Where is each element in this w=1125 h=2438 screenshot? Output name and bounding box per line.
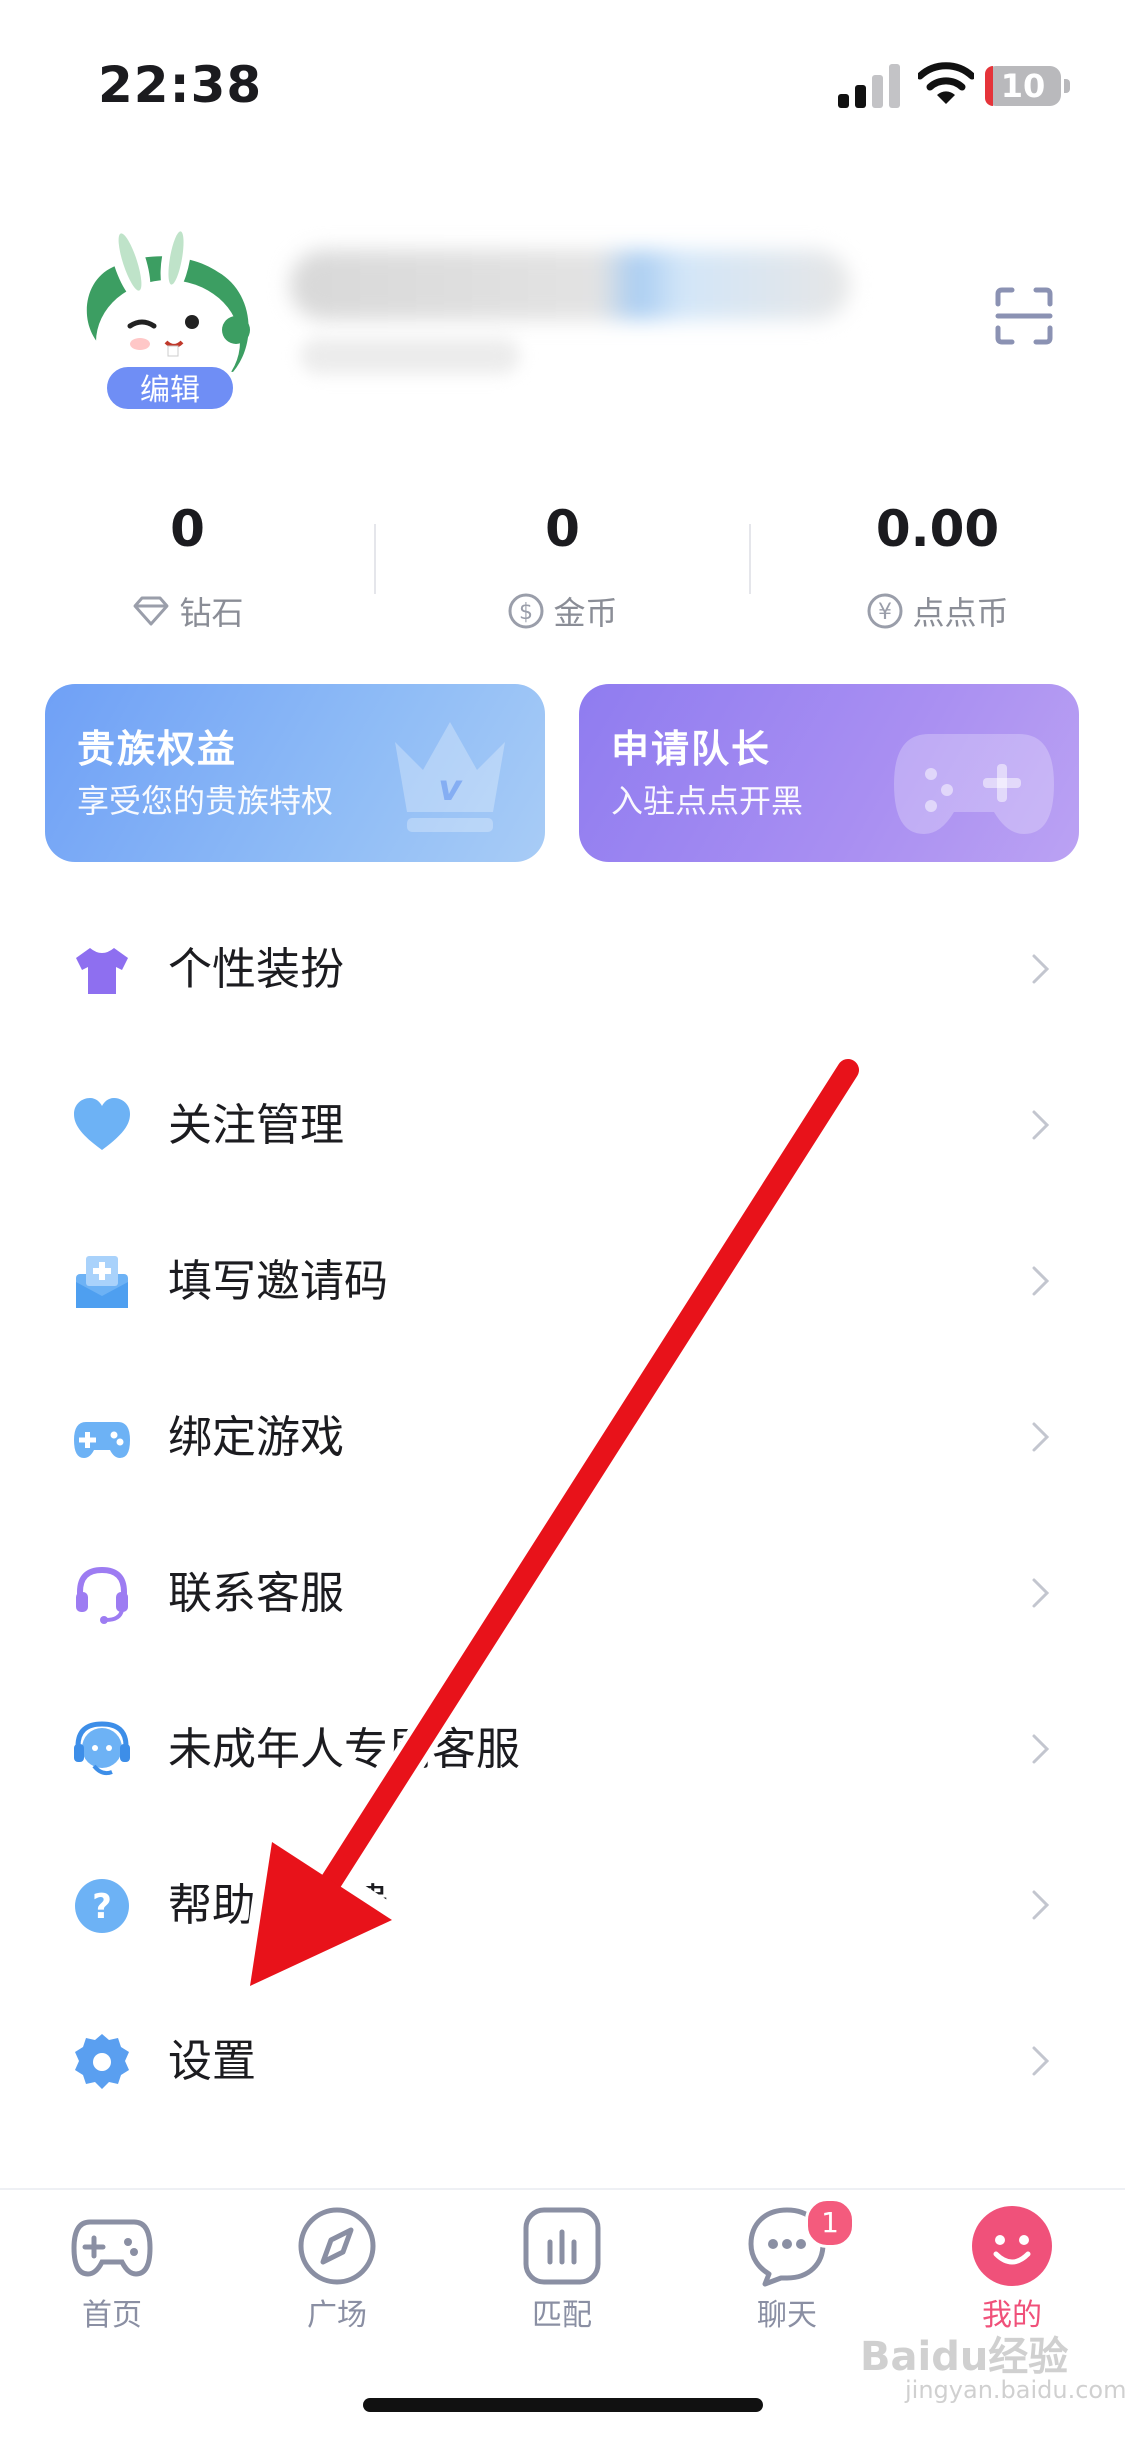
stat-label-gold-coin: 金币 (553, 594, 618, 632)
menu-label: 关注管理 (168, 1100, 344, 1151)
chevron-right-icon (1032, 954, 1050, 984)
menu-item-minor-service[interactable]: 未成年人专属客服 (0, 1668, 1125, 1824)
heart-icon (74, 1098, 130, 1150)
chevron-right-icon (1032, 2046, 1050, 2076)
blurred-user-id (300, 338, 520, 374)
menu-item-bind-game[interactable]: 绑定游戏 (0, 1356, 1125, 1512)
stat-gold-coin[interactable]: $ 金币 (375, 588, 750, 634)
chevron-right-icon (1032, 1734, 1050, 1764)
invite-envelope-icon (76, 1256, 128, 1308)
tab-home[interactable]: 首页 (42, 2204, 182, 2333)
status-time: 22:38 (98, 56, 263, 114)
tab-label: 聊天 (757, 2298, 817, 2333)
stat-diamond[interactable]: 钻石 (0, 588, 375, 634)
blurred-username (290, 250, 850, 320)
card-subtitle: 享受您的贵族特权 (77, 782, 334, 820)
diandian-coin-count: 0.00 (875, 500, 1000, 558)
yen-coin-icon: ¥ (867, 593, 903, 629)
stat-divider (374, 524, 376, 594)
tab-match[interactable]: 匹配 (492, 2204, 632, 2333)
menu-item-contact-service[interactable]: 联系客服 (0, 1512, 1125, 1668)
chevron-right-icon (1032, 1578, 1050, 1608)
cellular-signal-icon (838, 64, 900, 108)
gold-coin-count: 0 (545, 500, 580, 558)
watermark: Baidu经验 (860, 2334, 1069, 2380)
menu-item-settings[interactable]: 设置 (0, 1980, 1125, 2136)
match-bars-icon (523, 2207, 601, 2285)
stat-label-diamond: 钻石 (179, 594, 244, 632)
crown-icon: v (395, 722, 505, 832)
menu-item-invite-code[interactable]: 填写邀请码 (0, 1200, 1125, 1356)
apply-captain-card[interactable]: 申请队长 入驻点点开黑 (579, 684, 1079, 862)
compass-icon (298, 2207, 376, 2285)
chevron-right-icon (1032, 1110, 1050, 1140)
stat-diandian-coin[interactable]: ¥ 点点币 (750, 588, 1125, 634)
battery-level: 10 (1000, 67, 1046, 105)
gamepad-icon (74, 1422, 130, 1458)
menu-item-personal-dressup[interactable]: 个性装扮 (0, 888, 1125, 1044)
gamepad-outline-icon (71, 2219, 153, 2277)
chevron-right-icon (1032, 1266, 1050, 1296)
svg-text:v: v (438, 768, 463, 809)
menu-label: 帮助与反馈 (168, 1880, 388, 1931)
svg-text:¥: ¥ (878, 600, 892, 625)
tab-square[interactable]: 广场 (267, 2204, 407, 2333)
watermark-url: jingyan.baidu.com (905, 2376, 1125, 2404)
card-subtitle: 入驻点点开黑 (611, 782, 804, 820)
menu-label: 填写邀请码 (168, 1256, 388, 1307)
diamond-count: 0 (170, 500, 205, 558)
card-title: 申请队长 (611, 727, 772, 771)
help-icon: ? (75, 1879, 129, 1933)
tab-label: 匹配 (532, 2298, 592, 2333)
smiley-icon (972, 2206, 1052, 2286)
stat-label-diandian-coin: 点点币 (912, 594, 1009, 632)
dollar-coin-icon: $ (508, 593, 544, 629)
menu-label: 设置 (168, 2036, 256, 2087)
gamepad-icon (894, 734, 1054, 834)
wifi-icon (918, 62, 974, 104)
stat-divider (749, 524, 751, 594)
scan-icon[interactable] (994, 286, 1054, 346)
menu-label: 个性装扮 (168, 944, 344, 995)
menu-item-follow-management[interactable]: 关注管理 (0, 1044, 1125, 1200)
headset-support-icon (74, 1721, 130, 1776)
chevron-right-icon (1032, 1890, 1050, 1920)
noble-benefits-card[interactable]: v 贵族权益 享受您的贵族特权 (45, 684, 545, 862)
menu-label: 联系客服 (168, 1568, 344, 1619)
headset-icon (76, 1566, 128, 1624)
tab-mine[interactable]: 我的 (942, 2204, 1082, 2333)
svg-text:?: ? (92, 1887, 112, 1927)
chat-unread-badge: 1 (805, 2198, 855, 2248)
card-title: 贵族权益 (77, 727, 238, 771)
edit-profile-button[interactable]: 编辑 (104, 364, 236, 412)
menu-label: 未成年人专属客服 (168, 1724, 520, 1775)
diamond-icon (133, 596, 169, 626)
menu-item-help-feedback[interactable]: ? 帮助与反馈 (0, 1824, 1125, 1980)
gear-icon (75, 2034, 129, 2089)
home-indicator (363, 2398, 763, 2412)
battery-indicator: 10 (985, 66, 1071, 108)
menu-label: 绑定游戏 (168, 1412, 344, 1463)
tab-label: 首页 (82, 2298, 142, 2333)
tshirt-icon (76, 948, 128, 994)
tab-label: 广场 (307, 2298, 367, 2333)
svg-text:$: $ (519, 600, 533, 625)
chevron-right-icon (1032, 1422, 1050, 1452)
